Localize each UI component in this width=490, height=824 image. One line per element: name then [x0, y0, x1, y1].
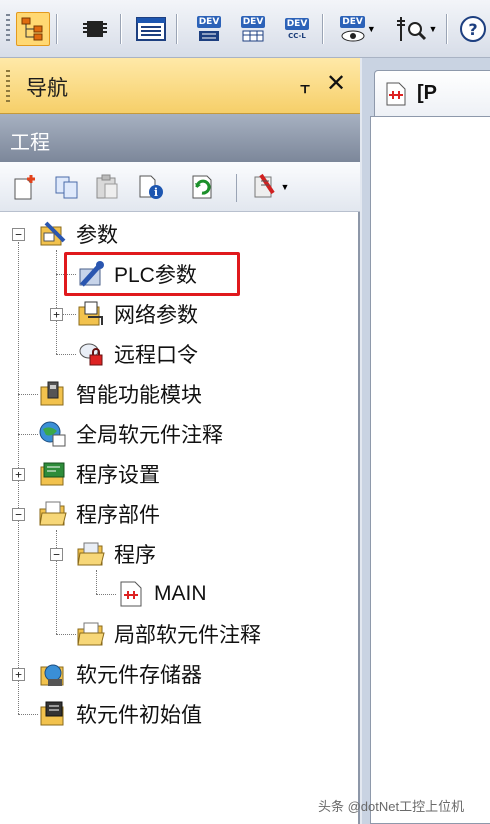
document-tab-label: [P: [417, 82, 437, 104]
tree-item-label: 程序设置: [76, 464, 160, 487]
parameter-icon: [40, 221, 66, 246]
cc-link-label: CC-L: [288, 32, 306, 40]
device-initial-value-icon: [40, 701, 64, 726]
device-cc-link-button[interactable]: DEV CC-L: [280, 12, 314, 46]
tree-item-main[interactable]: MAIN: [116, 579, 207, 609]
tool-dropdown[interactable]: ▼: [248, 172, 292, 202]
collapse-toggle[interactable]: −: [12, 508, 25, 521]
tree-item-label: 程序: [114, 544, 156, 567]
collapse-toggle[interactable]: −: [50, 548, 63, 561]
search-dropdown[interactable]: ▼: [392, 12, 440, 46]
tree-item-label: 软元件存储器: [76, 664, 202, 687]
tree-item-parameter[interactable]: 参数: [38, 219, 118, 249]
ladder-program-icon: [120, 581, 142, 607]
document-tab[interactable]: [P: [374, 70, 490, 116]
tree-item-label: 参数: [76, 224, 118, 247]
watermark-text: 头条 @dotNet工控上位机: [318, 799, 465, 814]
eye-icon: DEV: [340, 16, 365, 42]
navigation-panel-header: 导航 ᚁ ✕: [0, 58, 360, 114]
editor-pane[interactable]: [370, 116, 490, 824]
tree-item-label: 程序部件: [76, 504, 160, 527]
chevron-down-icon: ▼: [280, 182, 290, 192]
wrench-tool-icon: [254, 173, 275, 198]
program-parts-icon: [39, 501, 67, 526]
tree-item-label: 软元件初始值: [76, 704, 202, 727]
paste-data-button[interactable]: [92, 172, 122, 202]
project-tree-icon: [21, 17, 43, 41]
help-icon: ?: [460, 16, 486, 42]
navigation-title: 导航: [26, 77, 68, 100]
tree-item-network-parameter[interactable]: 网络参数: [76, 299, 198, 329]
tree-item-program-setting[interactable]: 程序设置: [38, 459, 160, 489]
main-toolbar: DEV DEV DEV CC-L DEV ▼ ▼ ?: [0, 0, 490, 58]
paste-icon: [96, 174, 118, 199]
network-parameter-icon: [78, 301, 103, 326]
device-memory-icon: [40, 664, 64, 686]
list-window-icon: [136, 17, 166, 41]
panel-grip[interactable]: [6, 70, 10, 102]
global-device-comment-icon: [39, 421, 66, 447]
project-toolbar: i ▼: [0, 162, 360, 212]
tree-item-program-parts[interactable]: 程序部件: [38, 499, 160, 529]
list-view-button[interactable]: [134, 12, 168, 46]
new-data-icon: [14, 175, 35, 200]
expand-toggle[interactable]: +: [12, 668, 25, 681]
search-device-icon: [396, 17, 426, 41]
tree-item-intelligent-module[interactable]: 智能功能模块: [38, 379, 202, 409]
copy-data-button[interactable]: [52, 172, 82, 202]
chevron-down-icon: ▼: [428, 24, 438, 34]
new-data-button[interactable]: [10, 172, 40, 202]
chip-icon: [83, 21, 107, 37]
tree-item-label: MAIN: [154, 582, 207, 605]
device-grid-button[interactable]: DEV: [236, 12, 270, 46]
collapse-toggle[interactable]: −: [12, 228, 25, 241]
svg-text:?: ?: [468, 20, 477, 39]
chevron-down-icon: ▼: [366, 24, 376, 34]
refresh-button[interactable]: [188, 172, 218, 202]
remote-password-icon: [79, 343, 103, 366]
device-monitor-dropdown[interactable]: DEV ▼: [336, 12, 380, 46]
device-grid-icon: DEV: [240, 16, 266, 42]
refresh-icon: [192, 175, 212, 199]
intelligent-module-icon: [40, 381, 64, 406]
document-area: [P: [362, 58, 490, 824]
local-device-comment-icon: [77, 622, 105, 646]
tree-item-label: 智能功能模块: [76, 384, 202, 407]
tree-item-remote-password[interactable]: 远程口令: [76, 339, 198, 369]
tree-item-device-initial-value[interactable]: 软元件初始值: [38, 699, 202, 729]
tree-item-label: 远程口令: [114, 344, 198, 367]
svg-text:i: i: [154, 186, 158, 199]
dev-label: DEV: [284, 18, 310, 30]
project-tree-toggle-button[interactable]: [16, 12, 50, 46]
toolbar-grip[interactable]: [6, 14, 10, 44]
device-batch-icon: DEV: [196, 16, 222, 42]
dev-label: DEV: [340, 16, 365, 28]
ladder-program-icon: [386, 82, 406, 105]
highlight-box: [64, 252, 240, 296]
pin-button[interactable]: ᚁ: [292, 72, 318, 98]
expand-toggle[interactable]: +: [12, 468, 25, 481]
cc-link-icon: DEV CC-L: [284, 18, 310, 40]
program-folder-icon: [77, 542, 105, 566]
property-button[interactable]: i: [136, 172, 166, 202]
tree-item-device-memory[interactable]: 软元件存储器: [38, 659, 202, 689]
copy-icon: [55, 176, 78, 199]
project-section-bar[interactable]: 工程: [0, 114, 360, 162]
cpu-module-button[interactable]: [78, 12, 112, 46]
tree-item-label: 全局软元件注释: [76, 424, 223, 447]
tree-item-program[interactable]: 程序: [76, 539, 156, 569]
dev-label: DEV: [196, 16, 222, 28]
program-setting-icon: [40, 462, 65, 486]
tree-item-label: 网络参数: [114, 304, 198, 327]
info-icon: i: [139, 175, 163, 199]
tree-item-local-device-comment[interactable]: 局部软元件注释: [76, 619, 261, 649]
help-button[interactable]: ?: [456, 12, 490, 46]
expand-toggle[interactable]: +: [50, 308, 63, 321]
dev-label: DEV: [240, 16, 266, 28]
tree-item-global-device-comment[interactable]: 全局软元件注释: [38, 419, 223, 449]
project-section-title: 工程: [10, 132, 50, 154]
tree-item-label: 局部软元件注释: [114, 624, 261, 647]
device-batch-button[interactable]: DEV: [192, 12, 226, 46]
close-button[interactable]: ✕: [322, 70, 350, 98]
